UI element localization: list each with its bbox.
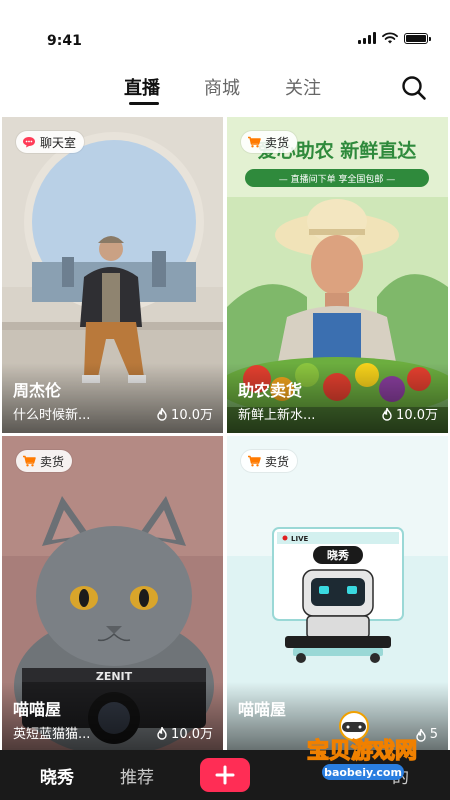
site-watermark-logo: 宝贝游戏网 baobeiy.com	[306, 711, 418, 780]
watermark-url: baobeiy.com	[324, 766, 402, 779]
live-card-chatroom[interactable]: 聊天室 周杰伦 什么时候新... 10.0万	[2, 117, 223, 433]
shopping-cart-icon	[248, 455, 261, 467]
status-bar: 9:41	[0, 0, 450, 60]
view-count: 10.0万	[156, 404, 213, 423]
tab-mall[interactable]: 商城	[204, 74, 240, 100]
flame-icon	[382, 407, 392, 421]
plus-icon	[215, 765, 235, 785]
search-icon[interactable]	[400, 74, 428, 102]
robot-label: 晓秀	[327, 548, 349, 562]
card-tag: 卖货	[241, 131, 298, 153]
status-time: 9:41	[47, 33, 82, 49]
screen: 9:41 直播 商城 关注 聊天室 周杰伦 什么时候新... 10.0万 爱心助…	[0, 0, 450, 800]
card-tag-label: 卖货	[40, 454, 65, 469]
chat-bubble-icon	[23, 137, 35, 148]
streamer-name: 周杰伦	[13, 381, 62, 400]
create-button[interactable]	[200, 758, 250, 792]
card-tag-label: 卖货	[265, 135, 290, 150]
stream-description: 什么时候新...	[13, 408, 91, 423]
tab-follow[interactable]: 关注	[285, 74, 321, 100]
view-count-value: 10.0万	[171, 408, 213, 423]
card-tag: 卖货	[241, 450, 298, 472]
streamer-name: 助农卖货	[238, 381, 303, 400]
tab-live[interactable]: 直播	[124, 74, 160, 100]
view-count-value: 10.0万	[396, 408, 438, 423]
shopping-cart-icon	[23, 455, 36, 467]
banner-subtitle: — 直播间下单 享全国包邮 —	[279, 173, 396, 185]
flame-icon	[157, 726, 167, 740]
wifi-icon	[382, 32, 398, 44]
flame-icon	[157, 407, 167, 421]
watermark-title: 宝贝游戏网	[307, 738, 417, 764]
top-tab-bar: 直播 商城 关注	[0, 60, 450, 112]
card-tag: 卖货	[16, 450, 73, 472]
card-tag: 聊天室	[16, 131, 85, 153]
streamer-name: 喵喵屋	[238, 700, 287, 719]
status-icons	[358, 32, 431, 44]
live-card-robot[interactable]: LIVE 晓秀 卖货 喵喵屋 5	[227, 436, 448, 752]
battery-icon	[404, 32, 431, 44]
live-card-farm[interactable]: 爱心助农 新鲜直达 — 直播间下单 享全国包邮 — 卖货 助农卖货 新鲜上新水.…	[227, 117, 448, 433]
streamer-name: 喵喵屋	[13, 700, 62, 719]
view-count-value: 10.0万	[171, 727, 213, 742]
nav-item-recommend[interactable]: 推荐	[120, 763, 154, 788]
view-count: 10.0万	[156, 723, 213, 742]
live-card-cat[interactable]: ZENIT 卖货 喵喵屋 英短蓝猫猫... 10.0万	[2, 436, 223, 752]
live-badge: LIVE	[291, 535, 308, 543]
shopping-cart-icon	[248, 136, 261, 148]
active-tab-indicator	[129, 102, 159, 105]
cellular-signal-icon	[358, 32, 376, 44]
nav-item-xiaoxiu[interactable]: 晓秀	[40, 763, 74, 788]
view-count: 10.0万	[381, 404, 438, 423]
stream-description: 新鲜上新水...	[238, 408, 316, 423]
card-tag-label: 卖货	[265, 454, 290, 469]
card-tag-label: 聊天室	[40, 135, 77, 150]
stream-description: 英短蓝猫猫...	[13, 727, 91, 742]
